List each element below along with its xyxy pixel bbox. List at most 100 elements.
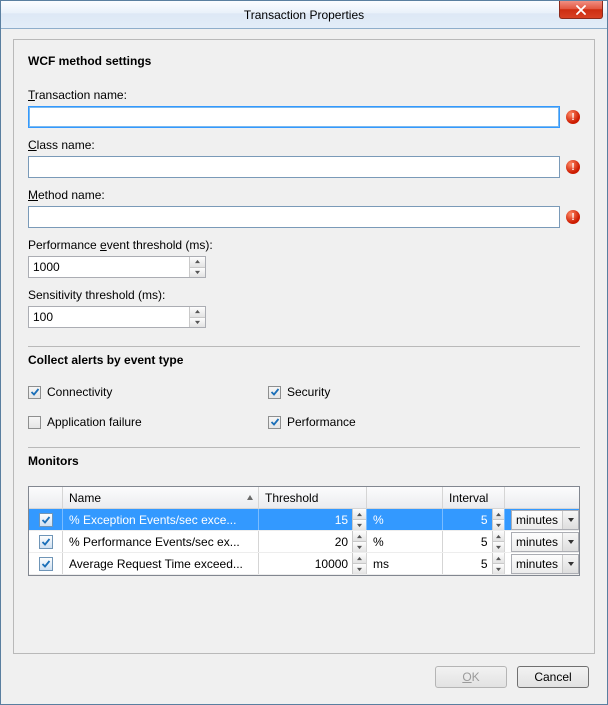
spin-up[interactable] xyxy=(353,553,366,564)
interval-unit-combo[interactable]: minutes xyxy=(511,532,579,552)
interval-unit-combo[interactable]: minutes xyxy=(511,510,579,530)
dialog-window: Transaction Properties WCF method settin… xyxy=(0,0,608,705)
method-name-input[interactable] xyxy=(28,206,560,228)
col-interval-unit[interactable] xyxy=(505,487,579,508)
monitors-table: Name Threshold Interval % Exception Even… xyxy=(28,486,580,576)
sens-threshold-input[interactable] xyxy=(29,307,189,327)
transaction-name-input[interactable] xyxy=(28,106,560,128)
window-title: Transaction Properties xyxy=(244,8,364,22)
interval-spinner[interactable] xyxy=(443,531,504,552)
row-checkbox[interactable] xyxy=(39,535,53,549)
threshold-spinner[interactable] xyxy=(259,509,366,530)
threshold-input[interactable] xyxy=(259,553,352,574)
spin-up[interactable] xyxy=(190,307,205,318)
combo-value: minutes xyxy=(512,513,562,527)
spin-down[interactable] xyxy=(493,542,504,552)
checkbox-application-failure[interactable]: Application failure xyxy=(28,415,268,429)
cancel-button[interactable]: Cancel xyxy=(517,666,589,688)
col-name-label: Name xyxy=(69,491,101,505)
table-row[interactable]: % Exception Events/sec exce...%minutes xyxy=(29,509,579,531)
combo-value: minutes xyxy=(512,535,562,549)
interval-input[interactable] xyxy=(443,553,492,574)
col-interval[interactable]: Interval xyxy=(443,487,505,508)
separator xyxy=(28,346,580,347)
row-name: Average Request Time exceed... xyxy=(63,553,259,574)
error-icon: ! xyxy=(566,210,580,224)
close-button[interactable] xyxy=(559,1,603,19)
perf-threshold-label: Performance event threshold (ms): xyxy=(28,238,580,252)
alerts-checks: Connectivity Application failure Security P… xyxy=(28,385,580,429)
combo-value: minutes xyxy=(512,557,562,571)
checkbox-security[interactable]: Security xyxy=(268,385,508,399)
interval-input[interactable] xyxy=(443,531,492,552)
table-row[interactable]: Average Request Time exceed... ms minutes xyxy=(29,553,579,575)
spin-down[interactable] xyxy=(353,520,366,530)
threshold-spinner[interactable] xyxy=(259,553,366,574)
sort-asc-icon xyxy=(246,491,254,505)
col-unit[interactable] xyxy=(367,487,443,508)
threshold-input[interactable] xyxy=(259,531,352,552)
titlebar: Transaction Properties xyxy=(1,1,607,29)
checkbox-icon xyxy=(28,416,41,429)
error-icon: ! xyxy=(566,110,580,124)
checkbox-icon xyxy=(268,416,281,429)
col-threshold-label: Threshold xyxy=(265,491,318,505)
row-name: % Performance Events/sec ex... xyxy=(63,531,259,552)
chevron-down-icon xyxy=(562,533,578,551)
alerts-heading: Collect alerts by event type xyxy=(28,353,580,367)
col-name[interactable]: Name xyxy=(63,487,259,508)
spin-up[interactable] xyxy=(353,531,366,542)
chevron-down-icon xyxy=(562,511,578,529)
spin-up[interactable] xyxy=(190,257,205,268)
threshold-input[interactable] xyxy=(259,509,352,530)
col-checkbox[interactable] xyxy=(29,487,63,508)
interval-unit-combo[interactable]: minutes xyxy=(511,554,579,574)
threshold-spinner[interactable] xyxy=(259,531,366,552)
checkbox-label: Security xyxy=(287,385,330,399)
interval-spinner[interactable] xyxy=(443,553,504,574)
checkbox-label: Connectivity xyxy=(47,385,112,399)
row-checkbox[interactable] xyxy=(39,513,53,527)
spin-up[interactable] xyxy=(353,509,366,520)
table-row[interactable]: % Performance Events/sec ex...%minutes xyxy=(29,531,579,553)
perf-threshold-spinner[interactable] xyxy=(28,256,206,278)
perf-threshold-input[interactable] xyxy=(29,257,189,277)
sens-threshold-spinner[interactable] xyxy=(28,306,206,328)
dialog-buttons: OK Cancel xyxy=(13,654,595,694)
chevron-down-icon xyxy=(562,555,578,573)
sens-threshold-label: Sensitivity threshold (ms): xyxy=(28,288,580,302)
spin-down[interactable] xyxy=(353,542,366,552)
row-checkbox[interactable] xyxy=(39,557,53,571)
checkbox-label: Performance xyxy=(287,415,356,429)
spin-down[interactable] xyxy=(493,520,504,530)
spin-down[interactable] xyxy=(190,268,205,278)
method-name-label: Method name: xyxy=(28,188,580,202)
ok-button[interactable]: OK xyxy=(435,666,507,688)
class-name-label: Class name: xyxy=(28,138,580,152)
checkbox-performance[interactable]: Performance xyxy=(268,415,508,429)
class-name-input[interactable] xyxy=(28,156,560,178)
client-area: WCF method settings Transaction name: ! … xyxy=(1,29,607,704)
close-icon xyxy=(576,5,586,15)
row-unit: ms xyxy=(367,553,443,574)
wcf-heading: WCF method settings xyxy=(28,54,580,68)
error-icon: ! xyxy=(566,160,580,174)
main-panel: WCF method settings Transaction name: ! … xyxy=(13,39,595,654)
checkbox-connectivity[interactable]: Connectivity xyxy=(28,385,268,399)
spin-down[interactable] xyxy=(493,564,504,574)
separator xyxy=(28,447,580,448)
checkbox-icon xyxy=(28,386,41,399)
spin-down[interactable] xyxy=(353,564,366,574)
spin-up[interactable] xyxy=(493,553,504,564)
col-interval-label: Interval xyxy=(449,491,488,505)
spin-up[interactable] xyxy=(493,531,504,542)
interval-input[interactable] xyxy=(443,509,492,530)
monitors-header: Name Threshold Interval xyxy=(29,487,579,509)
row-unit: % xyxy=(367,509,443,530)
spin-down[interactable] xyxy=(190,318,205,328)
spin-up[interactable] xyxy=(493,509,504,520)
checkbox-icon xyxy=(268,386,281,399)
col-threshold[interactable]: Threshold xyxy=(259,487,367,508)
interval-spinner[interactable] xyxy=(443,509,504,530)
monitors-heading: Monitors xyxy=(28,454,580,468)
